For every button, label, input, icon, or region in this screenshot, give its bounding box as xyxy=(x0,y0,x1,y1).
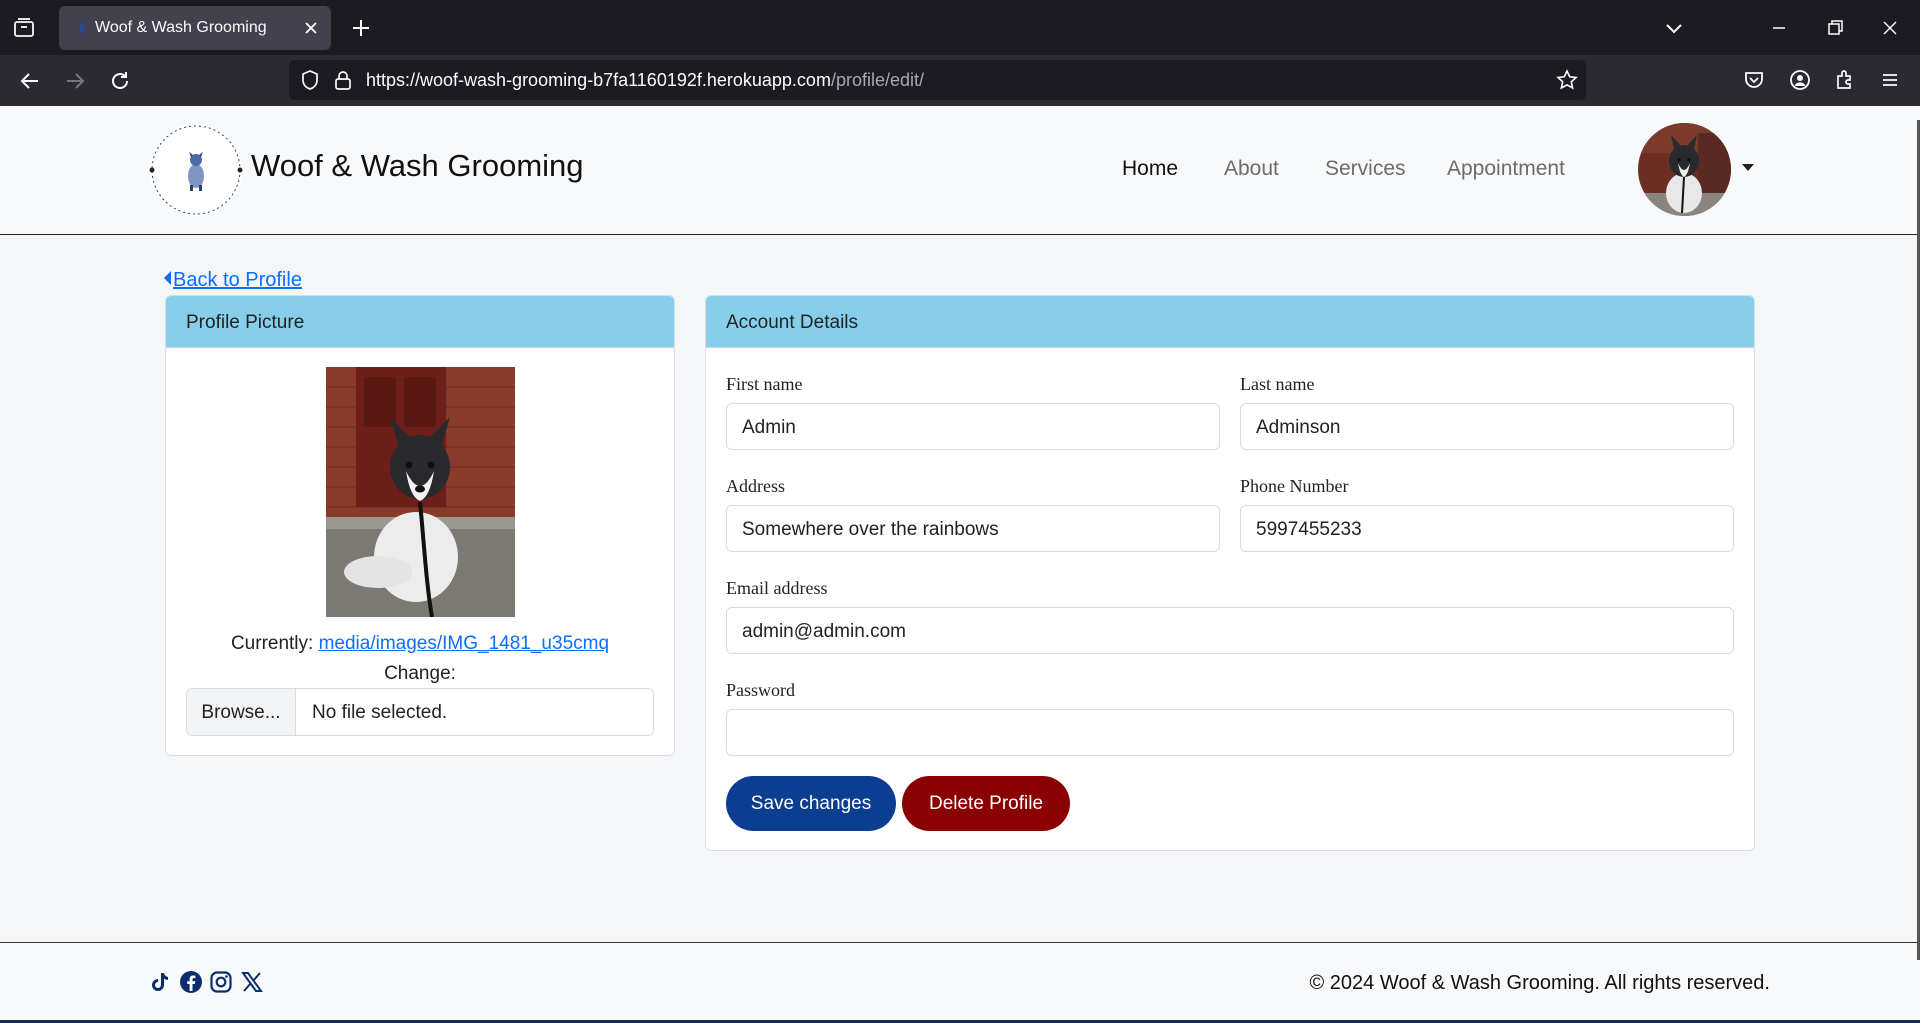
phone-label: Phone Number xyxy=(1240,476,1349,496)
account-details-card: Account Details First name Admin Last na… xyxy=(705,295,1755,851)
facebook-icon[interactable] xyxy=(179,970,203,994)
copyright-text: © 2024 Woof & Wash Grooming. All rights … xyxy=(1309,972,1771,994)
save-changes-button[interactable]: Save changes xyxy=(726,776,896,831)
shield-icon[interactable] xyxy=(299,69,321,91)
password-label: Password xyxy=(726,680,796,700)
window-restore-icon[interactable] xyxy=(1823,16,1847,40)
current-file-row: Currently: media/images/IMG_1481_u35cmq xyxy=(166,633,674,655)
nav-home[interactable]: Home xyxy=(1122,157,1178,181)
address-label: Address xyxy=(726,476,785,496)
site-header: Woof & Wash Grooming Home About Services… xyxy=(0,106,1920,235)
browse-button[interactable]: Browse... xyxy=(187,689,296,735)
browser-tab-active[interactable]: Woof & Wash Grooming xyxy=(59,6,331,50)
lock-icon[interactable] xyxy=(332,69,354,91)
instagram-icon[interactable] xyxy=(209,970,233,994)
user-menu-caret-icon[interactable] xyxy=(1742,164,1754,171)
account-details-header: Account Details xyxy=(706,296,1754,348)
back-link-label: Back to Profile xyxy=(173,269,302,291)
x-icon[interactable] xyxy=(240,970,264,994)
back-to-profile-link[interactable]: Back to Profile xyxy=(164,269,302,292)
user-avatar[interactable] xyxy=(1638,123,1731,216)
first-name-label: First name xyxy=(726,374,803,394)
change-label: Change: xyxy=(384,663,456,684)
file-status-text: No file selected. xyxy=(312,702,448,723)
currently-label: Currently: xyxy=(230,633,314,654)
forward-arrow-icon[interactable] xyxy=(62,68,88,94)
nav-about[interactable]: About xyxy=(1224,157,1279,181)
last-name-label: Last name xyxy=(1240,374,1315,394)
brand-name[interactable]: Woof & Wash Grooming xyxy=(251,148,584,184)
delete-profile-button[interactable]: Delete Profile xyxy=(902,776,1070,831)
reload-icon[interactable] xyxy=(107,68,133,94)
profile-picture-card: Profile Picture Currently: media/images/… xyxy=(165,295,675,756)
email-label: Email address xyxy=(726,578,828,598)
dog-favicon-icon xyxy=(76,21,88,35)
tab-title: Woof & Wash Grooming xyxy=(95,19,267,36)
pocket-icon[interactable] xyxy=(1742,68,1766,92)
window-minimize-icon[interactable] xyxy=(1767,16,1791,40)
profile-picture-header: Profile Picture xyxy=(166,296,674,348)
email-field[interactable]: admin@admin.com xyxy=(726,607,1734,654)
current-file-link[interactable]: media/images/IMG_1481_u35cmq xyxy=(319,633,609,654)
new-tab-icon[interactable] xyxy=(349,16,373,40)
password-field[interactable] xyxy=(726,709,1734,756)
site-footer: © 2024 Woof & Wash Grooming. All rights … xyxy=(0,942,1920,1023)
brand-logo[interactable] xyxy=(147,121,245,219)
hamburger-menu-icon[interactable] xyxy=(1878,68,1902,92)
address-field[interactable]: Somewhere over the rainbows xyxy=(726,505,1220,552)
phone-field[interactable]: 5997455233 xyxy=(1240,505,1734,552)
first-name-field[interactable]: Admin xyxy=(726,403,1220,450)
back-arrow-icon[interactable] xyxy=(17,68,43,94)
bookmark-star-icon[interactable] xyxy=(1556,69,1578,91)
list-all-tabs-icon[interactable] xyxy=(1662,16,1686,40)
tiktok-icon[interactable] xyxy=(148,970,172,994)
address-bar[interactable]: https://woof-wash-grooming-b7fa1160192f.… xyxy=(289,60,1586,100)
nav-appointment[interactable]: Appointment xyxy=(1447,157,1565,181)
caret-left-icon xyxy=(164,271,171,285)
last-name-field[interactable]: Adminson xyxy=(1240,403,1734,450)
account-icon[interactable] xyxy=(1788,68,1812,92)
nav-services[interactable]: Services xyxy=(1325,157,1406,181)
browser-tab-bar: Woof & Wash Grooming xyxy=(0,0,1920,55)
tab-list-icon[interactable] xyxy=(12,16,36,40)
window-close-icon[interactable] xyxy=(1878,16,1902,40)
url-text[interactable]: https://woof-wash-grooming-b7fa1160192f.… xyxy=(366,70,924,91)
extensions-puzzle-icon[interactable] xyxy=(1833,68,1857,92)
url-domain: https://woof-wash-grooming-b7fa1160192f.… xyxy=(366,70,831,90)
profile-photo xyxy=(326,367,515,618)
tab-close-icon[interactable] xyxy=(301,18,321,38)
file-input[interactable]: Browse... No file selected. xyxy=(186,688,654,736)
browser-nav-bar: https://woof-wash-grooming-b7fa1160192f.… xyxy=(0,55,1920,106)
url-path: /profile/edit/ xyxy=(830,70,925,90)
